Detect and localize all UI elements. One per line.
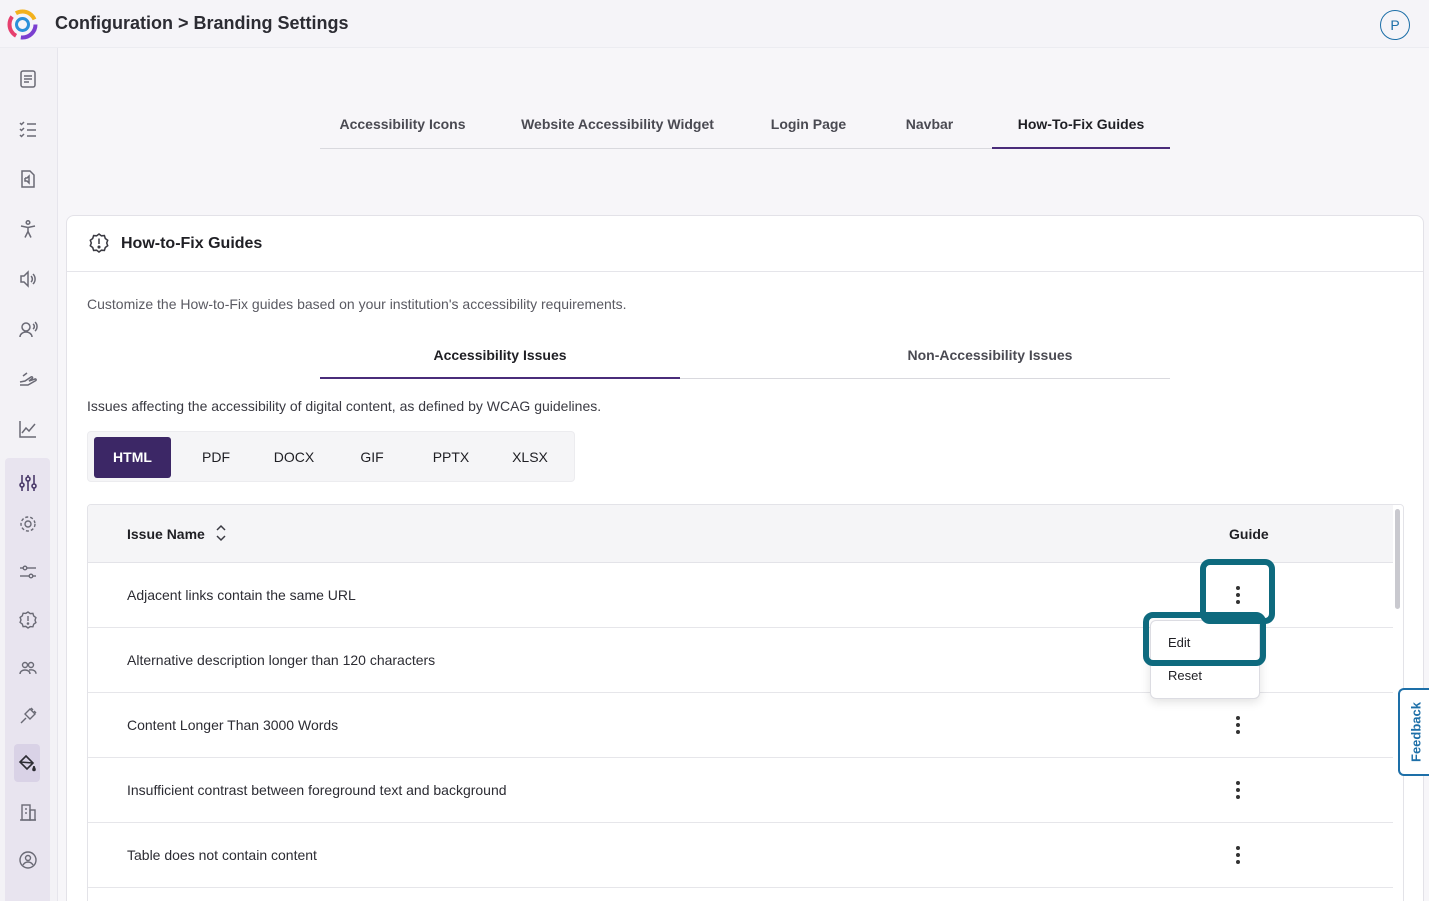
user-settings-icon[interactable] xyxy=(13,845,43,875)
column-header-issue-name[interactable]: Issue Name xyxy=(127,526,205,542)
issue-name: Table does not contain content xyxy=(127,847,317,863)
menu-item-reset[interactable]: Reset xyxy=(1168,668,1202,683)
gear-icon[interactable] xyxy=(13,509,43,539)
accessibility-person-icon[interactable] xyxy=(13,214,43,244)
tab-accessibility-issues[interactable]: Accessibility Issues xyxy=(320,338,680,379)
tab-non-accessibility-issues[interactable]: Non-Accessibility Issues xyxy=(810,338,1170,379)
sidebar xyxy=(0,48,58,901)
users-icon[interactable] xyxy=(13,653,43,683)
app-header: Configuration > Branding Settings P xyxy=(0,0,1429,48)
line-chart-icon[interactable] xyxy=(13,414,43,444)
speaker-icon[interactable] xyxy=(13,264,43,294)
tab-login-page[interactable]: Login Page xyxy=(750,101,867,149)
column-header-guide: Guide xyxy=(1229,526,1269,542)
tab-navbar[interactable]: Navbar xyxy=(887,101,972,149)
how-to-fix-guides-card: How-to-Fix Guides Customize the How-to-F… xyxy=(66,215,1424,901)
checklist-icon[interactable] xyxy=(13,114,43,144)
format-pdf-button[interactable]: PDF xyxy=(178,437,254,478)
card-title: How-to-Fix Guides xyxy=(121,235,263,252)
tab-website-accessibility-widget[interactable]: Website Accessibility Widget xyxy=(505,101,730,149)
tab-how-to-fix-guides[interactable]: How-To-Fix Guides xyxy=(992,101,1170,149)
breadcrumb: Configuration > Branding Settings xyxy=(55,13,349,33)
table-row: Insufficient contrast between foreground… xyxy=(88,758,1393,823)
avatar[interactable]: P xyxy=(1380,10,1410,40)
issue-name: Insufficient contrast between foreground… xyxy=(127,782,507,798)
feedback-button[interactable]: Feedback xyxy=(1398,688,1429,776)
more-options-icon[interactable] xyxy=(1228,711,1248,739)
branding-tabs: Accessibility Icons Website Accessibilit… xyxy=(320,101,1170,149)
format-html-button[interactable]: HTML xyxy=(94,437,171,478)
issue-name: Content Longer Than 3000 Words xyxy=(127,717,339,733)
issue-name: Alternative description longer than 120 … xyxy=(127,652,436,668)
table-header: Issue Name Guide xyxy=(88,505,1393,563)
sort-icon[interactable] xyxy=(214,523,228,543)
edit-highlight xyxy=(1143,612,1266,666)
format-pptx-button[interactable]: PPTX xyxy=(412,437,490,478)
format-toggle-group: HTML PDF DOCX GIF PPTX XLSX xyxy=(87,431,575,482)
plug-icon[interactable] xyxy=(13,701,43,731)
audio-file-icon[interactable] xyxy=(13,164,43,194)
card-header: How-to-Fix Guides xyxy=(67,216,1423,272)
filter-sliders-icon[interactable] xyxy=(13,557,43,587)
card-description: Customize the How-to-Fix guides based on… xyxy=(87,296,627,312)
hand-icon[interactable] xyxy=(13,364,43,394)
voice-user-icon[interactable] xyxy=(13,314,43,344)
issue-name: Adjacent links contain the same URL xyxy=(127,587,356,603)
sliders-icon[interactable] xyxy=(13,468,43,498)
table-scrollbar[interactable] xyxy=(1395,509,1400,609)
format-docx-button[interactable]: DOCX xyxy=(256,437,332,478)
guide-badge-icon xyxy=(89,233,109,253)
more-options-icon[interactable] xyxy=(1228,841,1248,869)
tab-accessibility-icons[interactable]: Accessibility Icons xyxy=(320,101,485,149)
format-xlsx-button[interactable]: XLSX xyxy=(491,437,569,478)
table-row: Table does not contain content xyxy=(88,823,1393,888)
document-icon[interactable] xyxy=(13,64,43,94)
feedback-label: Feedback xyxy=(1408,702,1424,762)
table-row: Content Longer Than 3000 Words xyxy=(88,693,1393,758)
app-logo[interactable] xyxy=(6,8,39,41)
more-options-icon[interactable] xyxy=(1228,776,1248,804)
paint-bucket-icon[interactable] xyxy=(14,744,40,782)
guide-badge-icon[interactable] xyxy=(13,605,43,635)
issue-type-tabs: Accessibility Issues Non-Accessibility I… xyxy=(320,338,1170,379)
building-icon[interactable] xyxy=(13,797,43,827)
issues-description: Issues affecting the accessibility of di… xyxy=(87,398,602,414)
format-gif-button[interactable]: GIF xyxy=(334,437,410,478)
